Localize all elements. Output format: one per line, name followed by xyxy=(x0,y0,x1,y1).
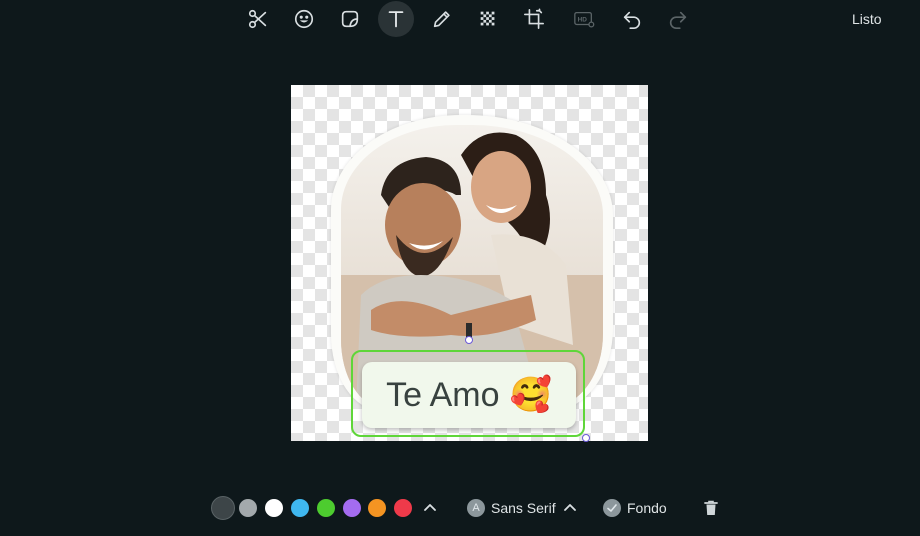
color-swatch-purple[interactable] xyxy=(343,499,361,517)
sticker-icon xyxy=(341,10,359,28)
redo-icon xyxy=(669,11,687,29)
text-sticker[interactable]: Te Amo 🥰 xyxy=(362,362,576,428)
image-editor: HD Listo Te Amo 🥰 A Sans Serif Fondo xyxy=(0,0,920,536)
font-picker[interactable]: A Sans Serif xyxy=(467,497,578,519)
emoji-button[interactable] xyxy=(286,1,322,37)
font-badge-icon: A xyxy=(467,499,485,517)
undo-button[interactable] xyxy=(614,1,650,37)
trash-icon[interactable] xyxy=(701,498,721,518)
chevron-up-icon[interactable] xyxy=(422,500,438,516)
color-swatch-red[interactable] xyxy=(394,499,412,517)
color-swatch-orange[interactable] xyxy=(368,499,386,517)
color-swatch-gray[interactable] xyxy=(239,499,257,517)
blur-button[interactable] xyxy=(470,1,506,37)
text-tool-button[interactable] xyxy=(378,1,414,37)
color-swatch-white[interactable] xyxy=(265,499,283,517)
text-options-bar: A Sans Serif Fondo xyxy=(0,490,920,526)
background-toggle[interactable]: Fondo xyxy=(603,497,667,519)
editor-toolbar: HD Listo xyxy=(0,0,920,40)
color-swatch-green[interactable] xyxy=(317,499,335,517)
font-picker-label: Sans Serif xyxy=(491,500,556,516)
color-swatch-dark-gray[interactable] xyxy=(211,496,235,520)
color-swatch-blue[interactable] xyxy=(291,499,309,517)
scissors-icon xyxy=(248,9,267,29)
crop-button[interactable] xyxy=(516,1,552,37)
text-sticker-label: Te Amo xyxy=(386,375,500,414)
emoji-icon xyxy=(294,9,314,29)
smiling-hearts-emoji: 🥰 xyxy=(509,376,552,414)
done-button[interactable]: Listo xyxy=(852,11,882,27)
redo-button[interactable] xyxy=(660,1,696,37)
blur-icon xyxy=(480,11,495,26)
undo-icon xyxy=(623,11,641,29)
check-icon xyxy=(603,499,621,517)
svg-text:HD: HD xyxy=(578,16,588,23)
text-icon xyxy=(388,11,404,28)
draw-button[interactable] xyxy=(424,1,460,37)
pencil-icon xyxy=(433,11,450,28)
sticker-button[interactable] xyxy=(332,1,368,37)
chevron-up-icon xyxy=(563,504,576,511)
hd-button[interactable]: HD xyxy=(566,1,602,37)
crop-icon xyxy=(524,8,544,29)
hd-icon: HD xyxy=(574,11,595,28)
background-toggle-label: Fondo xyxy=(627,500,667,516)
scissors-button[interactable] xyxy=(240,1,276,37)
rotate-handle[interactable] xyxy=(465,336,473,344)
resize-handle[interactable] xyxy=(582,434,590,442)
